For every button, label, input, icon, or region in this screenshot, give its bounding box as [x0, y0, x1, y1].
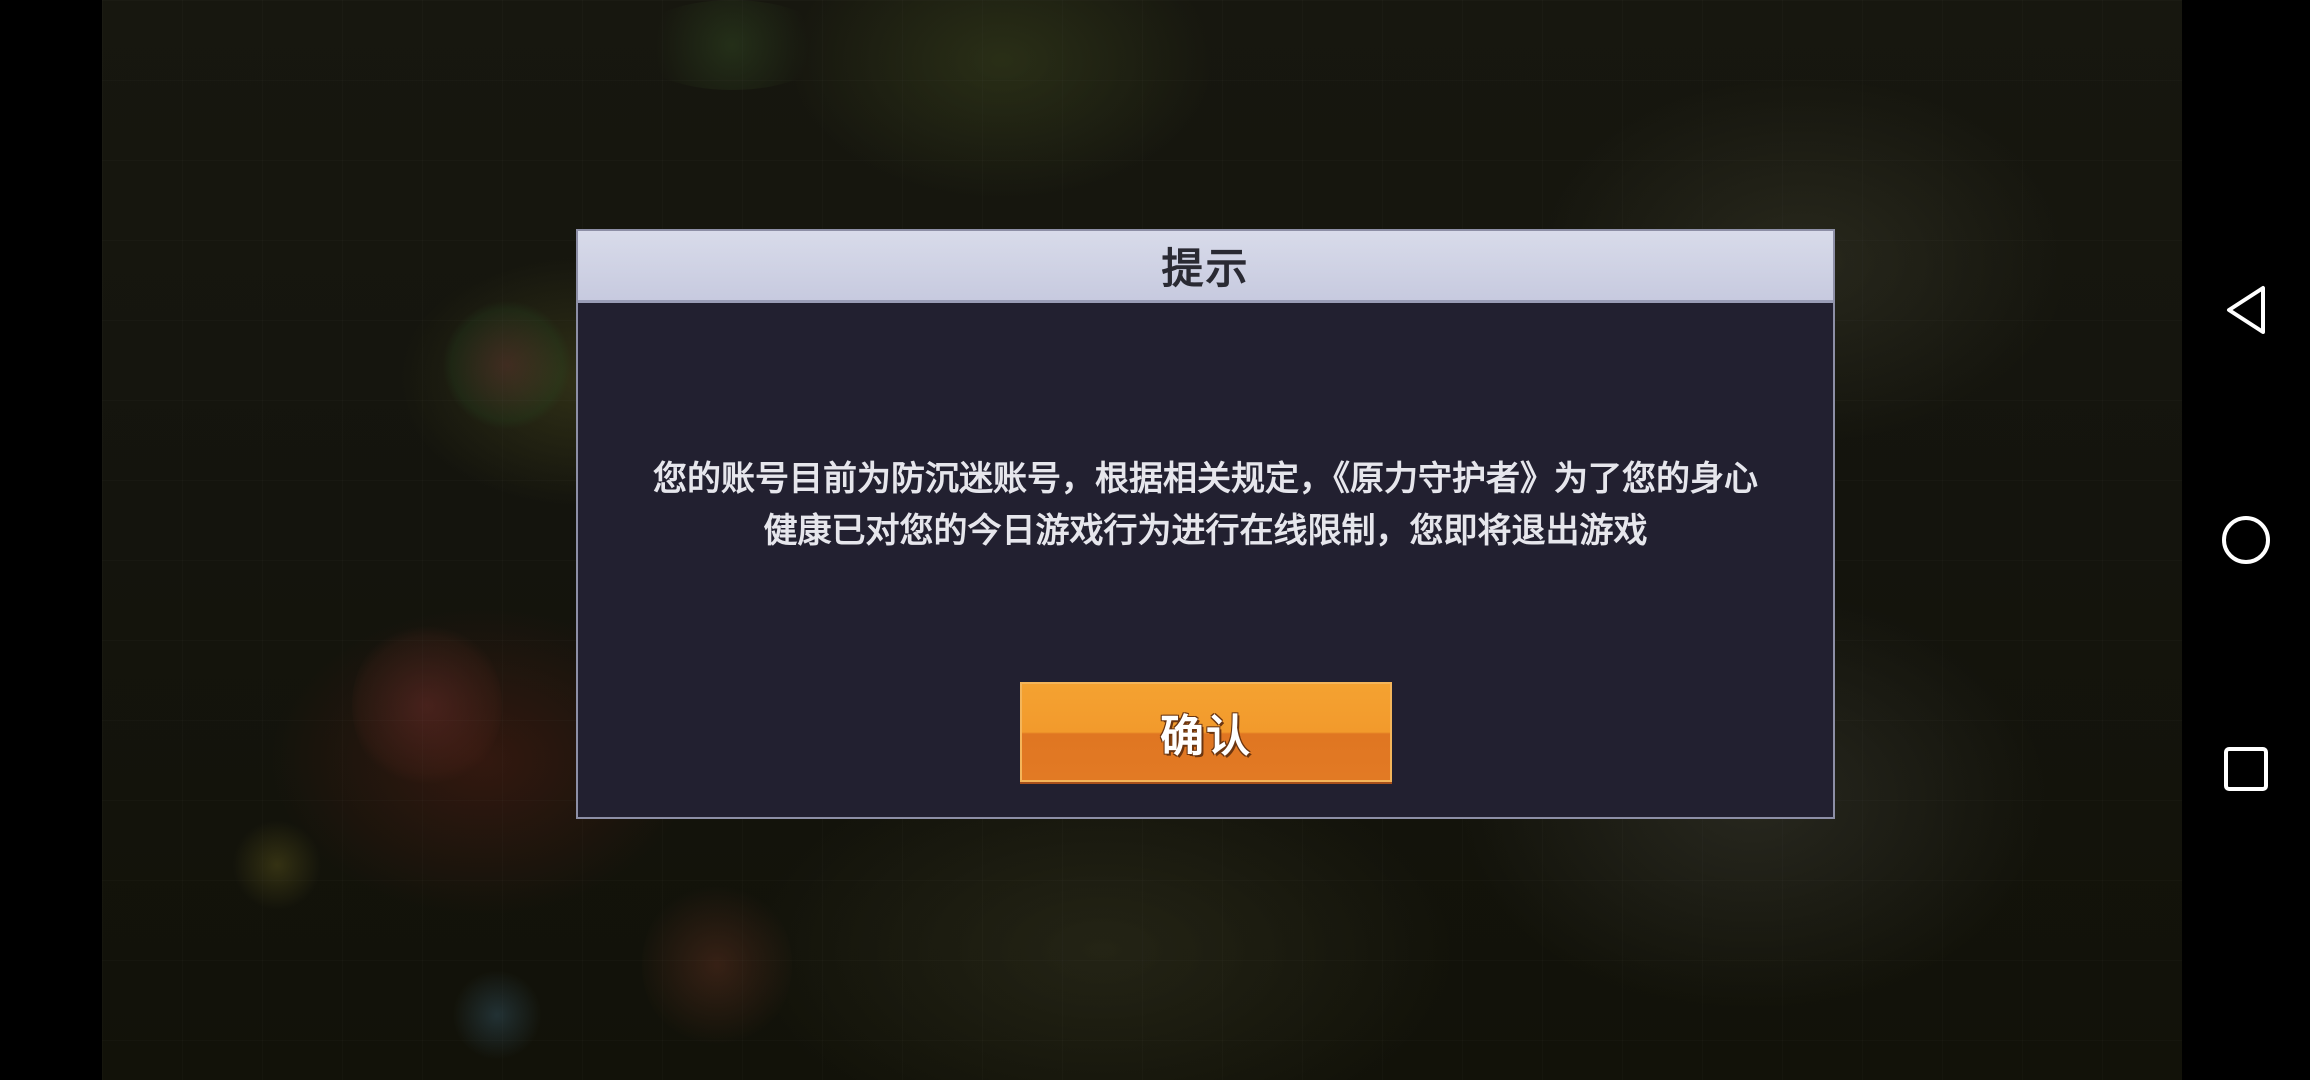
- dialog-title: 提示: [1161, 244, 1250, 293]
- game-character-bottom: [642, 880, 792, 1050]
- left-black-bar: [0, 0, 102, 1080]
- dialog-message-line-2: 健康已对您的今日游戏行为进行在线限制，您即将退出游戏: [763, 511, 1648, 551]
- game-object-crystal: [452, 970, 542, 1060]
- game-object-glow: [232, 820, 322, 910]
- nav-back-button[interactable]: [2218, 282, 2274, 338]
- dialog-message-line-1: 您的账号目前为防沉迷账号，根据相关规定，《原力守护者》为了您的身心: [653, 459, 1758, 499]
- nav-recents-button[interactable]: [2218, 741, 2274, 797]
- dialog-message: 您的账号目前为防沉迷账号，根据相关规定，《原力守护者》为了您的身心 健康已对您的…: [598, 453, 1813, 557]
- confirm-button[interactable]: 确认: [1020, 682, 1392, 782]
- back-triangle-icon: [2227, 286, 2265, 334]
- game-character-wizard: [442, 300, 572, 430]
- screen: 提示 您的账号目前为防沉迷账号，根据相关规定，《原力守护者》为了您的身心 健康已…: [0, 0, 2310, 1080]
- confirm-button-label: 确认: [1160, 711, 1252, 762]
- game-object-tree: [632, 0, 832, 90]
- dialog-header: 提示: [578, 231, 1833, 303]
- game-character-knight: [352, 620, 502, 790]
- alert-dialog: 提示 您的账号目前为防沉迷账号，根据相关规定，《原力守护者》为了您的身心 健康已…: [576, 229, 1835, 819]
- recents-square-icon: [2224, 747, 2268, 791]
- home-circle-icon: [2222, 516, 2270, 564]
- nav-home-button[interactable]: [2218, 512, 2274, 568]
